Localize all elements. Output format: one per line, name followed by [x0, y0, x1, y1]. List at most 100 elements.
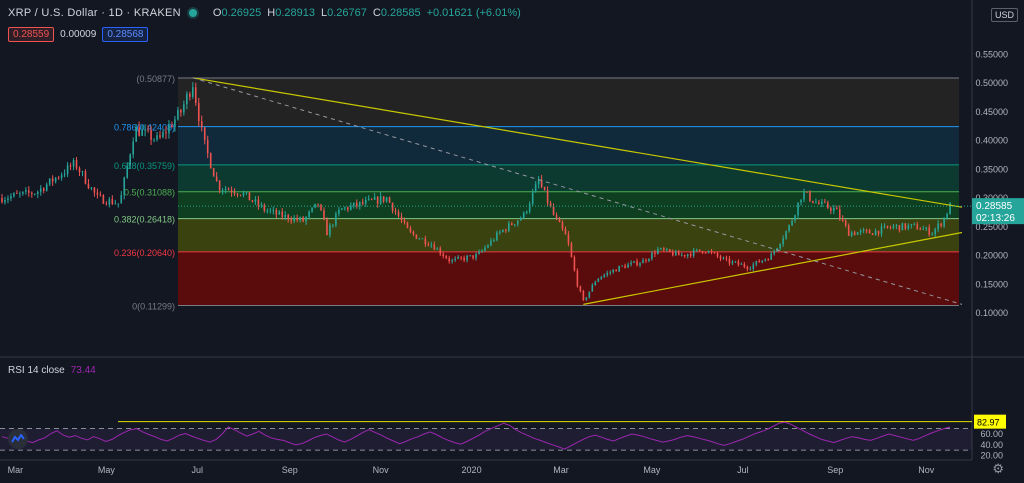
candle-body [57, 177, 60, 179]
candle-body [159, 135, 161, 138]
candle-body [487, 245, 489, 248]
time-tick-label: May [643, 465, 661, 475]
candle-body [439, 248, 442, 254]
candle-body [209, 153, 212, 169]
candle-body [105, 203, 108, 205]
candle-body [496, 232, 498, 241]
price-tick-label: 0.10000 [975, 308, 1008, 318]
candle-body [481, 250, 483, 252]
candle-body [275, 209, 278, 215]
candle-body [761, 260, 764, 263]
candle-body [382, 196, 385, 202]
candle-body [898, 225, 901, 231]
candle-body [194, 87, 197, 104]
candle-body [910, 224, 913, 226]
candle-body [600, 276, 603, 279]
candle-body [868, 230, 871, 234]
candle-body [263, 204, 266, 211]
candle-body [880, 226, 883, 235]
candle-body [597, 278, 600, 282]
gear-icon[interactable]: ⚙ [992, 461, 1004, 477]
candle-body [430, 244, 433, 246]
price-chart[interactable]: 0(0.11299) 0.236(0.20640) 0.382(0.26418) 0.… [0, 0, 1024, 483]
candle-body [168, 125, 170, 134]
candle-body [78, 168, 81, 173]
candle-body [883, 225, 886, 227]
candle-body [922, 228, 925, 230]
candle-body [460, 257, 462, 258]
candle-body [719, 256, 722, 259]
price-tick-label: 0.35000 [975, 164, 1008, 174]
candle-body [13, 193, 15, 197]
candle-body [120, 195, 123, 204]
candle-body [791, 220, 793, 226]
candle-body [376, 197, 379, 204]
candle-body [361, 201, 364, 204]
candle-body [546, 190, 549, 204]
candle-body [236, 193, 239, 195]
candle-body [45, 184, 48, 191]
candle-body [612, 269, 614, 273]
candle-body [87, 183, 90, 189]
candle-body [704, 252, 707, 254]
candle-body [669, 249, 671, 252]
candle-body [484, 247, 486, 251]
candle-body [215, 176, 218, 181]
candle-body [946, 214, 948, 218]
candle-body [421, 238, 424, 240]
candle-body [862, 230, 865, 231]
candle-body [427, 244, 430, 246]
candle-body [302, 217, 304, 222]
candle-body [937, 223, 939, 230]
candle-body [728, 258, 731, 264]
candle-body [33, 193, 36, 195]
candle-body [272, 209, 275, 211]
candle-body [463, 257, 465, 261]
candle-body [824, 201, 826, 203]
candle-body [743, 264, 746, 267]
candle-body [567, 234, 570, 244]
candle-body [677, 251, 680, 256]
candle-body [767, 259, 770, 261]
candle-body [451, 259, 453, 262]
candle-body [812, 200, 814, 203]
candle-body [108, 199, 111, 205]
tradingview-logo-icon[interactable] [8, 429, 28, 449]
fib-level-label: 0(0.11299) [132, 302, 175, 312]
candle-body [117, 203, 120, 205]
candle-body [347, 207, 349, 210]
fib-zone [178, 126, 959, 165]
last-price-label: 0.28585 [976, 201, 1013, 212]
candle-body [230, 190, 233, 193]
candle-body [666, 249, 668, 251]
candle-body [281, 211, 284, 218]
candle-body [141, 130, 143, 136]
candle-body [493, 240, 495, 242]
candle-body [22, 191, 24, 194]
candle-body [680, 254, 683, 256]
time-tick-label: Sep [282, 465, 298, 475]
candle-body [66, 165, 69, 174]
candle-body [588, 291, 591, 298]
candle-body [615, 269, 617, 272]
candle-body [627, 264, 629, 268]
candle-body [266, 210, 269, 212]
candle-body [433, 244, 436, 250]
candle-body [415, 234, 418, 239]
candle-body [323, 210, 325, 220]
candle-body [48, 178, 51, 185]
candle-body [919, 229, 922, 231]
candle-body [224, 189, 227, 190]
candle-body [367, 198, 370, 200]
candle-body [60, 175, 63, 178]
candle-body [409, 228, 412, 232]
candle-body [511, 223, 513, 225]
candle-body [564, 228, 567, 235]
candle-body [809, 191, 811, 201]
candle-body [591, 284, 594, 292]
price-tick-label: 0.40000 [975, 136, 1008, 146]
candle-body [126, 165, 129, 178]
candle-body [731, 261, 734, 264]
candle-body [570, 243, 573, 257]
candle-body [320, 204, 322, 211]
